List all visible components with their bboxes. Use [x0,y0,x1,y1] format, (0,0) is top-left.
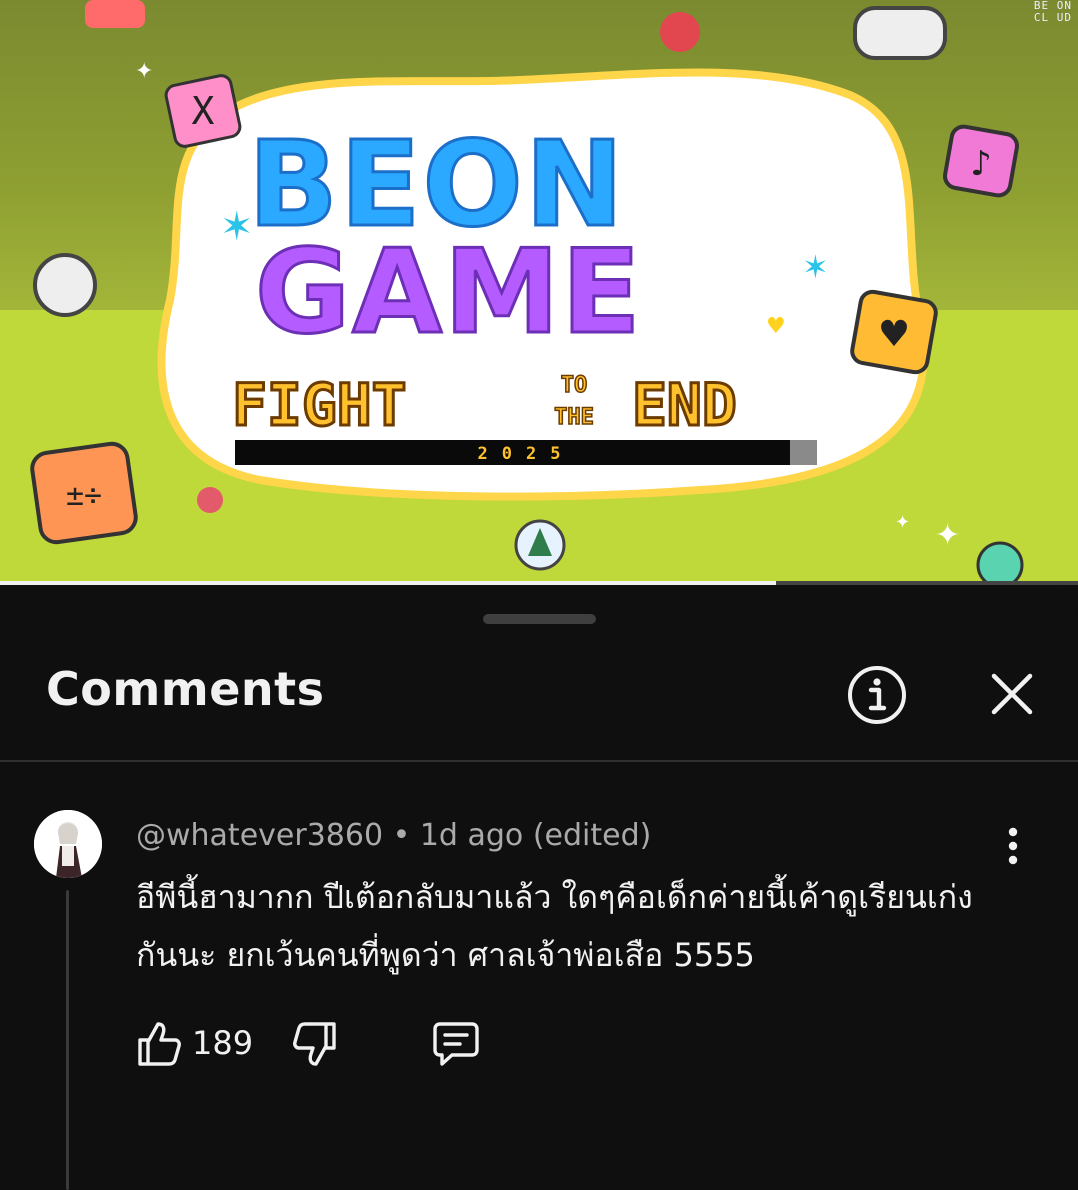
avatar[interactable] [34,810,102,878]
close-icon [991,673,1033,715]
like-button[interactable] [136,1020,182,1068]
logo-the: THE [554,405,594,430]
video-player[interactable]: X ±÷ ♪ ♥ ✦ ✦ ✦ ✶ ✶ ♥ ♥ BEON GAME FIGHT T… [0,0,1078,585]
svg-text:✦: ✦ [895,512,910,533]
meta-separator: • [392,818,411,853]
reply-comment-icon [433,1022,479,1066]
avatar-image [34,810,102,878]
channel-watermark: BE ON CL UD [1034,0,1072,24]
video-progress-bar[interactable] [0,581,1078,585]
comments-title: Comments [46,662,325,716]
svg-text:♥: ♥ [878,314,910,355]
comment-author[interactable]: @whatever3860 [136,818,383,853]
svg-text:✦: ✦ [135,59,153,84]
thumbs-down-icon [293,1022,336,1066]
logo-fight: FIGHT [232,371,407,439]
logo-year: 2025 [478,444,575,464]
thumbs-up-icon [138,1022,181,1066]
watermark-line2: CL UD [1033,11,1072,24]
comment-meta: @whatever3860 • 1d ago (edited) [136,818,651,853]
reply-thread-line [66,890,69,1190]
comment-more-button[interactable] [996,824,1030,868]
reply-button[interactable] [432,1020,480,1068]
logo-line2: GAME [255,225,643,360]
info-button[interactable] [846,664,908,726]
info-circle-icon [848,666,906,724]
svg-text:♥: ♥ [766,314,786,339]
comment-time: 1d ago (edited) [419,818,652,853]
sheet-drag-handle[interactable] [483,614,596,624]
close-button[interactable] [986,668,1038,720]
logo-to: TO [561,373,588,398]
svg-text:♪: ♪ [970,144,992,184]
comment-text: อีพีนี้ฮามากก ปีเต้อกลับมาแล้ว ใดๆคือเด็… [136,878,973,974]
more-vertical-icon [1008,827,1018,865]
svg-text:±÷: ±÷ [66,478,102,513]
like-count: 189 [192,1024,254,1062]
comments-sheet: Comments @whatever3860 • 1d ago (edited)… [0,590,1078,1190]
svg-text:✶: ✶ [802,248,829,286]
dislike-button[interactable] [292,1020,338,1068]
logo-end: END [632,371,737,439]
show-logo-artwork: X ±÷ ♪ ♥ ✦ ✦ ✦ ✶ ✶ ♥ ♥ BEON GAME FIGHT T… [30,0,1024,585]
header-divider [0,760,1078,762]
video-progress-fill [0,581,777,585]
svg-text:✦: ✦ [935,518,960,553]
svg-text:X: X [192,89,215,133]
